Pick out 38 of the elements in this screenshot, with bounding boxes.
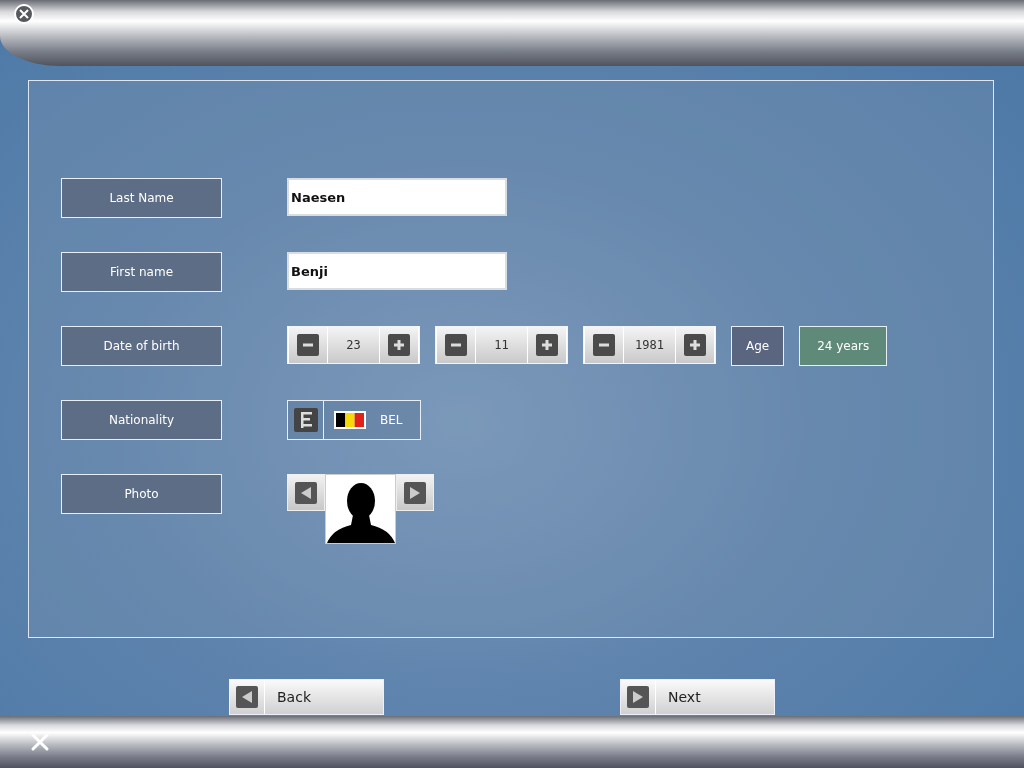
decrement-button[interactable] [436, 327, 476, 363]
flag-icon [334, 411, 366, 429]
minus-icon [592, 333, 616, 357]
stepper-value: 11 [493, 337, 510, 354]
text-field[interactable]: Naesen [287, 178, 507, 216]
stepper-value: 1981 [634, 337, 665, 354]
field-label: Nationality [61, 400, 222, 440]
number-stepper[interactable]: 11 [435, 326, 568, 364]
list-icon [292, 407, 319, 433]
country-code: BEL [380, 413, 403, 427]
age-value: 24 years [799, 326, 888, 366]
age-label: Age [731, 326, 785, 366]
increment-button[interactable] [527, 327, 567, 363]
nationality-selector[interactable]: BEL [287, 400, 421, 440]
number-stepper[interactable]: 23 [287, 326, 420, 364]
text-field[interactable]: Benji [287, 252, 507, 290]
minus-icon [296, 333, 320, 357]
plus-icon [535, 333, 559, 357]
decrement-button[interactable] [288, 327, 328, 363]
field-label: First name [61, 252, 222, 292]
silhouette-avatar [325, 474, 396, 544]
back-button[interactable]: Back [229, 679, 384, 715]
field-label: Photo [61, 474, 222, 514]
close-icon [19, 9, 29, 19]
stepper-value: 23 [345, 337, 362, 354]
number-stepper[interactable]: 1981 [583, 326, 716, 364]
field-label: Last Name [61, 178, 222, 218]
next-photo-button[interactable] [396, 474, 434, 511]
field-label: Date of birth [61, 326, 222, 366]
plus-icon [683, 333, 707, 357]
increment-button[interactable] [379, 327, 419, 363]
decrement-button[interactable] [584, 327, 624, 363]
next-button[interactable]: Next [620, 679, 775, 715]
plus-icon [387, 333, 411, 357]
increment-button[interactable] [675, 327, 715, 363]
close-button[interactable] [14, 4, 34, 24]
minus-icon [444, 333, 468, 357]
previous-button[interactable] [287, 474, 325, 511]
